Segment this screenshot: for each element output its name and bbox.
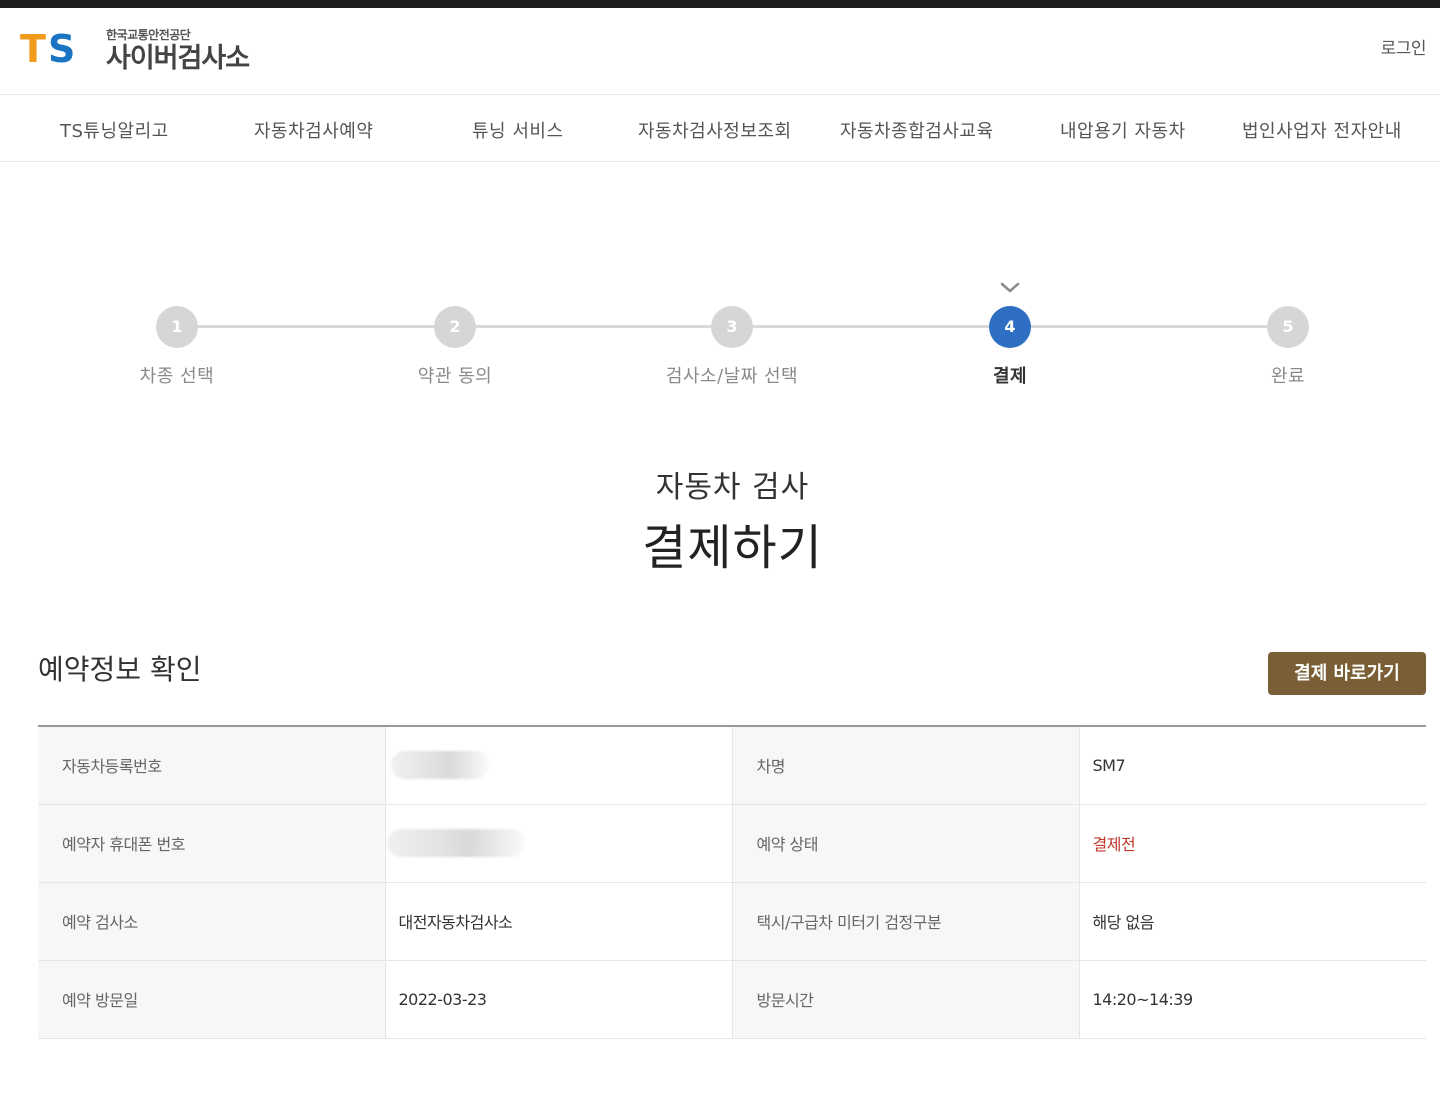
label-car-name: 차명: [732, 726, 1080, 805]
top-bar: [0, 0, 1440, 8]
label-visit-date: 예약 방문일: [38, 960, 386, 1039]
step-3-circle: 3: [711, 306, 753, 348]
site-logo[interactable]: TS 한국교통안전공단 사이버검사소: [20, 27, 250, 74]
site-header: TS 한국교통안전공단 사이버검사소 로그인: [0, 8, 1440, 94]
value-reservation-status: 결제전: [1079, 804, 1426, 883]
section-title: 예약정보 확인: [38, 653, 202, 686]
label-phone-number: 예약자 휴대폰 번호: [38, 804, 386, 883]
step-3-label: 검사소/날짜 선택: [665, 366, 799, 387]
step-5-circle: 5: [1267, 306, 1309, 348]
redacted-registration-number: [390, 751, 489, 780]
nav-item-tuning-service[interactable]: 튜닝 서비스: [472, 117, 564, 143]
value-visit-time: 14:20~14:39: [1079, 960, 1426, 1039]
step-4-circle: 4: [989, 306, 1031, 348]
logo-text: 한국교통안전공단 사이버검사소: [106, 28, 250, 74]
value-inspection-center: 대전자동차검사소: [385, 882, 733, 961]
nav-item-inspection-info[interactable]: 자동차검사정보조회: [638, 117, 792, 143]
checkmark-icon: [1000, 282, 1020, 293]
table-row: 예약 방문일 2022-03-23 방문시간 14:20~14:39: [38, 960, 1426, 1039]
label-visit-time: 방문시간: [732, 960, 1080, 1039]
nav-item-inspection-reservation[interactable]: 자동차검사예약: [254, 117, 373, 143]
reservation-info-table: 자동차등록번호 차명 SM7 예약자 휴대폰 번호 예약 상태 결제전 예약 검…: [38, 725, 1426, 1039]
value-meter-calibration-type: 해당 없음: [1079, 882, 1426, 961]
step-1-label: 차종 선택: [139, 366, 215, 387]
nav-item-pressure-vessel[interactable]: 내압용기 자동차: [1060, 117, 1186, 143]
ts-logo-icon: TS: [20, 27, 76, 71]
org-name: 한국교통안전공단: [106, 28, 191, 42]
main-nav: TS튜닝알리고 자동차검사예약 튜닝 서비스 자동차검사정보조회 자동차종합검사…: [0, 94, 1440, 162]
login-link[interactable]: 로그인: [1381, 34, 1427, 59]
value-phone-number: [385, 804, 733, 883]
progress-stepper: 1 2 3 4 5 차종 선택 약관 동의 검사소/날짜 선택 결제 완료: [0, 270, 1440, 400]
page-subtitle: 자동차 검사: [655, 470, 810, 505]
table-row: 자동차등록번호 차명 SM7: [38, 726, 1426, 805]
table-row: 예약자 휴대폰 번호 예약 상태 결제전: [38, 804, 1426, 883]
step-2-circle: 2: [434, 306, 476, 348]
site-name: 사이버검사소: [106, 43, 250, 74]
go-to-payment-button[interactable]: 결제 바로가기: [1268, 652, 1426, 695]
value-registration-number: [385, 726, 733, 805]
step-2-label: 약관 동의: [417, 366, 493, 387]
step-4-label: 결제: [992, 366, 1028, 387]
label-meter-calibration-type: 택시/구급차 미터기 검정구분: [732, 882, 1080, 961]
nav-item-corporate-notice[interactable]: 법인사업자 전자안내: [1242, 117, 1402, 143]
step-5-label: 완료: [1270, 366, 1306, 387]
nav-item-inspection-education[interactable]: 자동차종합검사교육: [840, 117, 994, 143]
redacted-phone-number: [386, 829, 525, 857]
label-registration-number: 자동차등록번호: [38, 726, 386, 805]
table-row: 예약 검사소 대전자동차검사소 택시/구급차 미터기 검정구분 해당 없음: [38, 882, 1426, 961]
value-car-name: SM7: [1079, 726, 1426, 805]
value-visit-date: 2022-03-23: [385, 960, 733, 1039]
page-title: 결제하기: [642, 520, 823, 576]
label-reservation-status: 예약 상태: [732, 804, 1080, 883]
step-1-circle: 1: [156, 306, 198, 348]
label-inspection-center: 예약 검사소: [38, 882, 386, 961]
nav-item-tuning-alligo[interactable]: TS튜닝알리고: [60, 117, 169, 143]
